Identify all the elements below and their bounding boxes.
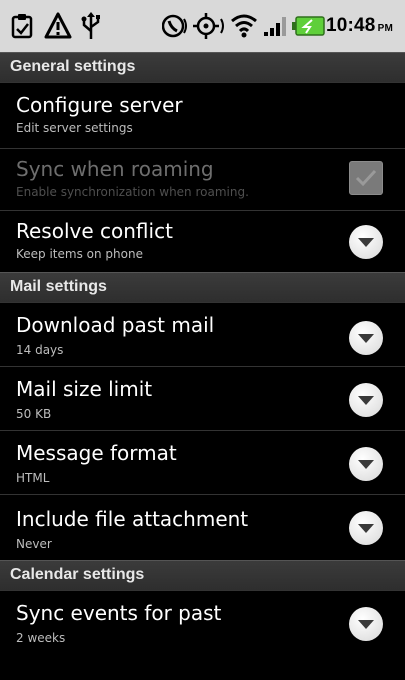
item-summary: Keep items on phone <box>16 247 143 261</box>
section-title: Calendar settings <box>10 566 145 583</box>
section-header-calendar: Calendar settings <box>0 560 405 590</box>
mail-size-limit-item[interactable]: Mail size limit 50 KB <box>0 366 405 430</box>
battery-icon <box>292 16 325 36</box>
dropdown-arrow-icon[interactable] <box>349 225 383 259</box>
item-title: Sync when roaming <box>16 157 214 181</box>
configure-server-item[interactable]: Configure server Edit server settings <box>0 82 405 148</box>
dropdown-arrow-icon[interactable] <box>349 383 383 417</box>
message-format-item[interactable]: Message format HTML <box>0 430 405 494</box>
usb-icon <box>81 12 100 39</box>
clock: 10:48 PM <box>326 15 393 37</box>
item-title: Include file attachment <box>16 507 249 531</box>
item-summary: 14 days <box>16 343 64 357</box>
sync-roaming-checkbox <box>349 161 383 195</box>
clock-time: 10:48 <box>325 15 376 36</box>
section-title: General settings <box>10 58 136 75</box>
item-title: Resolve conflict <box>16 219 173 243</box>
section-header-general: General settings <box>0 52 405 82</box>
dropdown-arrow-icon[interactable] <box>349 607 383 641</box>
status-bar: 10:48 PM <box>0 0 405 53</box>
dropdown-arrow-icon[interactable] <box>349 447 383 481</box>
sync-when-roaming-item: Sync when roaming Enable synchronization… <box>0 148 405 210</box>
item-summary: Edit server settings <box>16 121 133 135</box>
clipboard-icon <box>11 14 33 39</box>
signal-icon <box>264 17 286 36</box>
item-title: Mail size limit <box>16 377 153 401</box>
include-file-attachment-item[interactable]: Include file attachment Never <box>0 494 405 560</box>
resolve-conflict-item[interactable]: Resolve conflict Keep items on phone <box>0 210 405 272</box>
item-title: Message format <box>16 441 177 465</box>
item-summary: HTML <box>16 471 50 485</box>
settings-screen: 10:48 PM General settings Configure serve… <box>0 0 405 680</box>
item-title: Configure server <box>16 93 183 117</box>
item-title: Download past mail <box>16 313 215 337</box>
item-summary: Enable synchronization when roaming. <box>16 185 249 199</box>
item-title: Sync events for past <box>16 601 222 625</box>
section-header-mail: Mail settings <box>0 272 405 302</box>
warning-icon <box>44 12 72 39</box>
dropdown-arrow-icon[interactable] <box>349 511 383 545</box>
dropdown-arrow-icon[interactable] <box>349 321 383 355</box>
item-summary: 2 weeks <box>16 631 66 645</box>
download-past-mail-item[interactable]: Download past mail 14 days <box>0 302 405 366</box>
phone-alert-icon <box>162 14 187 38</box>
wifi-icon <box>231 14 257 38</box>
gps-icon <box>193 13 224 39</box>
item-summary: 50 KB <box>16 407 52 421</box>
checkmark-icon <box>355 169 377 187</box>
item-summary: Never <box>16 537 52 551</box>
clock-ampm: PM <box>377 23 393 34</box>
section-title: Mail settings <box>10 278 107 295</box>
sync-events-for-past-item[interactable]: Sync events for past 2 weeks <box>0 590 405 654</box>
